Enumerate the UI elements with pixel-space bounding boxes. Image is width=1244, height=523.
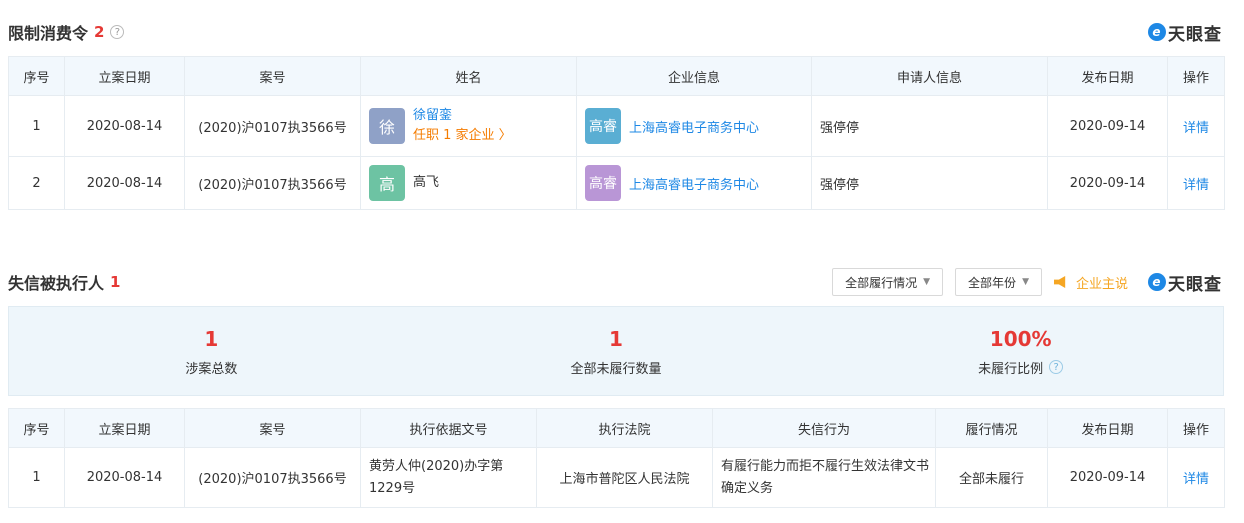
stat-value: 1 [609,326,623,351]
row-index: 1 [8,95,65,157]
company-statement-button[interactable]: 企业主说 [1053,273,1128,292]
company-avatar[interactable]: 高睿 [585,108,621,144]
company-link[interactable]: 上海高睿电子商务中心 [629,117,759,136]
brand-logo: e 天眼查 [1148,20,1222,45]
restriction-header: 限制消费令 2 ? e 天眼查 [8,18,1222,46]
help-icon[interactable]: ? [1049,360,1064,374]
filing-date: 2020-08-14 [64,156,185,210]
table-row: 1 2020-08-14 (2020)沪0107执3566号 徐 徐留銮 任职 … [8,95,1225,157]
applicant: 强停停 [811,156,1048,210]
stat-value: 100% [989,326,1052,351]
col-header: 发布日期 [1047,408,1168,448]
fulfillment-status: 全部未履行 [935,447,1048,508]
brand-name: 天眼查 [1168,24,1222,45]
col-header: 序号 [8,408,65,448]
col-header: 姓名 [360,56,577,96]
detail-link[interactable]: 详情 [1167,95,1225,157]
stat-label: 全部未履行数量 [570,361,662,377]
stat-label: 未履行比例 [978,361,1044,377]
col-header: 执行法院 [536,408,713,448]
stat-label-row: 未履行比例 ? [978,358,1064,377]
status-filter-label: 全部履行情况 [845,275,918,290]
table-header-row: 序号 立案日期 案号 执行依据文号 执行法院 失信行为 履行情况 发布日期 操作 [8,408,1225,448]
col-header: 履行情况 [935,408,1048,448]
col-header: 序号 [8,56,65,96]
chevron-down-icon: ▼ [923,277,931,287]
filing-date: 2020-08-14 [64,447,185,508]
publish-date: 2020-09-14 [1047,447,1168,508]
col-header: 立案日期 [64,56,185,96]
detail-link[interactable]: 详情 [1167,447,1225,508]
section-title: 限制消费令 [8,24,89,43]
avatar[interactable]: 徐 [369,108,405,144]
case-number: (2020)沪0107执3566号 [184,156,361,210]
dishonest-table: 序号 立案日期 案号 执行依据文号 执行法院 失信行为 履行情况 发布日期 操作… [8,408,1225,508]
table-row: 1 2020-08-14 (2020)沪0107执3566号 黄劳人仲(2020… [8,447,1225,508]
stat-unfulfilled-ratio: 100% 未履行比例 ? [818,307,1223,395]
person-name: 高飞 [413,175,440,190]
person-name-link[interactable]: 徐留銮 [413,106,512,126]
role-link[interactable]: 任职 1 家企业 〉 [413,126,512,146]
section-count: 2 [94,23,105,41]
basis-number: 黄劳人仲(2020)办字第1229号 [360,447,537,508]
col-header: 执行依据文号 [360,408,537,448]
filing-date: 2020-08-14 [64,95,185,157]
dishonest-header: 失信被执行人 1 全部履行情况 ▼ 全部年份 ▼ 企业主说 e 天眼查 [8,268,1222,296]
person-cell: 高 高飞 [360,156,577,210]
company-cell: 高睿 上海高睿电子商务中心 [576,95,812,157]
stat-label: 涉案总数 [185,361,238,377]
col-header: 申请人信息 [811,56,1048,96]
section-title: 失信被执行人 [8,274,105,293]
case-number: (2020)沪0107执3566号 [184,447,361,508]
table-row: 2 2020-08-14 (2020)沪0107执3566号 高 高飞 高睿 上… [8,156,1225,210]
company-avatar[interactable]: 高睿 [585,165,621,201]
col-header: 案号 [184,408,361,448]
col-header: 操作 [1167,56,1225,96]
col-header: 案号 [184,56,361,96]
person-cell: 徐 徐留銮 任职 1 家企业 〉 [360,95,577,157]
publish-date: 2020-09-14 [1047,156,1168,210]
col-header: 企业信息 [576,56,812,96]
table-header-row: 序号 立案日期 案号 姓名 企业信息 申请人信息 发布日期 操作 [8,56,1225,96]
tianyancha-logo-icon: e [1148,23,1166,41]
status-filter-dropdown[interactable]: 全部履行情况 ▼ [832,268,944,296]
publish-date: 2020-09-14 [1047,95,1168,157]
brand-name: 天眼查 [1168,274,1222,295]
stat-value: 1 [204,326,219,351]
speaker-icon [1053,276,1066,288]
company-statement-label: 企业主说 [1075,276,1128,292]
avatar[interactable]: 高 [369,165,405,201]
col-header: 发布日期 [1047,56,1168,96]
year-filter-dropdown[interactable]: 全部年份 ▼ [955,268,1042,296]
company-cell: 高睿 上海高睿电子商务中心 [576,156,812,210]
col-header: 操作 [1167,408,1225,448]
brand-logo: e 天眼查 [1148,270,1222,295]
stats-panel: 1 涉案总数 1 全部未履行数量 100% 未履行比例 ? [8,306,1224,396]
dishonest-behavior: 有履行能力而拒不履行生效法律文书确定义务 [712,447,936,508]
chevron-down-icon: ▼ [1022,277,1029,287]
stat-total-cases: 1 涉案总数 [9,307,414,395]
help-icon[interactable]: ? [110,25,125,39]
stat-unfulfilled-count: 1 全部未履行数量 [414,307,819,395]
court: 上海市普陀区人民法院 [536,447,713,508]
detail-link[interactable]: 详情 [1167,156,1225,210]
restriction-table: 序号 立案日期 案号 姓名 企业信息 申请人信息 发布日期 操作 1 2020-… [8,56,1225,210]
row-index: 2 [8,156,65,210]
col-header: 立案日期 [64,408,185,448]
section-count: 1 [110,273,121,291]
applicant: 强停停 [811,95,1048,157]
company-link[interactable]: 上海高睿电子商务中心 [629,174,759,193]
case-number: (2020)沪0107执3566号 [184,95,361,157]
col-header: 失信行为 [712,408,936,448]
tianyancha-logo-icon: e [1148,273,1166,291]
row-index: 1 [8,447,65,508]
page: 限制消费令 2 ? e 天眼查 序号 立案日期 案号 姓名 企业信息 申请人信息… [0,0,1244,523]
year-filter-label: 全部年份 [968,275,1017,290]
